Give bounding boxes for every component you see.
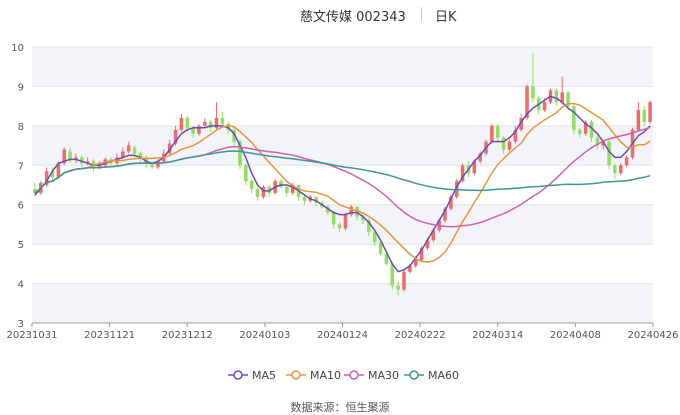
candle-body	[302, 196, 307, 201]
chart-header: 慈文传媒 002343 日K	[0, 4, 680, 25]
x-tick-label: 20240222	[395, 330, 446, 341]
ma5-legend-icon	[228, 370, 248, 380]
candle-body	[68, 151, 72, 160]
y-tick-label: 6	[18, 201, 24, 212]
title-divider	[421, 7, 422, 21]
candle-body	[648, 102, 652, 122]
candle-body	[185, 117, 190, 128]
chart-title: 慈文传媒 002343	[300, 10, 406, 25]
period-label: 日K	[435, 10, 457, 25]
ma30-legend-icon	[344, 370, 364, 380]
candle-body	[343, 214, 348, 229]
grid-band	[32, 204, 653, 245]
ma60-legend-icon	[404, 370, 424, 380]
candle-body	[261, 186, 266, 197]
candle-body	[507, 141, 512, 150]
candle-body	[613, 165, 617, 174]
candle-body	[390, 263, 395, 286]
candle-body	[220, 117, 225, 124]
grid-band	[32, 244, 653, 284]
x-tick-label: 20231212	[162, 330, 213, 341]
legend-label: MA10	[310, 368, 342, 382]
x-axis-ticks: 20231031 20231121 20231212 20240103 20240124…	[7, 323, 679, 341]
candle-body	[331, 212, 336, 225]
x-tick-label: 20231031	[7, 330, 58, 341]
candle-body	[531, 86, 535, 99]
candle-body	[396, 285, 400, 290]
y-tick-label: 9	[18, 82, 24, 93]
y-axis-ticks: 3 4 5 6 7 8 9 10	[11, 43, 24, 330]
x-tick-label: 20240103	[239, 330, 290, 341]
legend-label: MA30	[368, 368, 400, 382]
candle-body	[501, 137, 506, 150]
candle-body	[542, 102, 547, 111]
candle-body	[244, 165, 248, 182]
x-tick-label: 20231121	[84, 330, 135, 341]
candle-body	[490, 125, 494, 142]
legend-item-ma5[interactable]: MA5	[228, 367, 276, 383]
y-tick-label: 8	[18, 122, 24, 133]
candle-body	[619, 165, 623, 174]
candle-body	[413, 259, 418, 266]
candle-body	[578, 129, 582, 134]
candle-body	[249, 181, 254, 189]
candle-body	[126, 145, 131, 152]
candle-body	[197, 125, 201, 134]
candle-body	[636, 110, 641, 130]
legend-label: MA60	[428, 368, 460, 382]
x-tick-label: 20240408	[550, 330, 601, 341]
candle-body	[285, 186, 289, 193]
candle-body	[554, 90, 559, 103]
x-tick-label: 20240426	[628, 330, 679, 341]
legend: MA5 MA10 MA30 MA60	[0, 367, 680, 383]
candle-body	[203, 121, 207, 126]
x-tick-label: 20240314	[472, 330, 523, 341]
y-tick-label: 4	[18, 280, 24, 291]
x-tick-label: 20240124	[317, 330, 368, 341]
price-chart: 3 4 5 6 7 8 9 10 20231031 20231121 20231212 202401…	[7, 43, 679, 341]
candle-body	[132, 147, 137, 154]
y-tick-label: 7	[18, 161, 24, 172]
candle-body	[624, 157, 629, 166]
candle-body	[179, 117, 184, 130]
candle-body	[495, 125, 500, 138]
y-tick-label: 5	[18, 240, 24, 251]
grid-band	[32, 86, 653, 126]
ma10-legend-icon	[286, 370, 306, 380]
candle-body	[642, 110, 646, 122]
candle-body	[337, 224, 342, 229]
candle-body	[402, 271, 406, 290]
y-tick-label: 3	[18, 319, 24, 330]
grid-band	[32, 47, 653, 87]
legend-label: MA5	[252, 368, 277, 382]
legend-item-ma30[interactable]: MA30	[344, 367, 399, 383]
candle-body	[572, 106, 576, 130]
legend-item-ma10[interactable]: MA10	[286, 367, 341, 383]
y-tick-label: 10	[11, 43, 24, 54]
legend-item-ma60[interactable]: MA60	[404, 367, 459, 383]
candle-body	[255, 188, 260, 197]
grid-band	[32, 283, 653, 323]
